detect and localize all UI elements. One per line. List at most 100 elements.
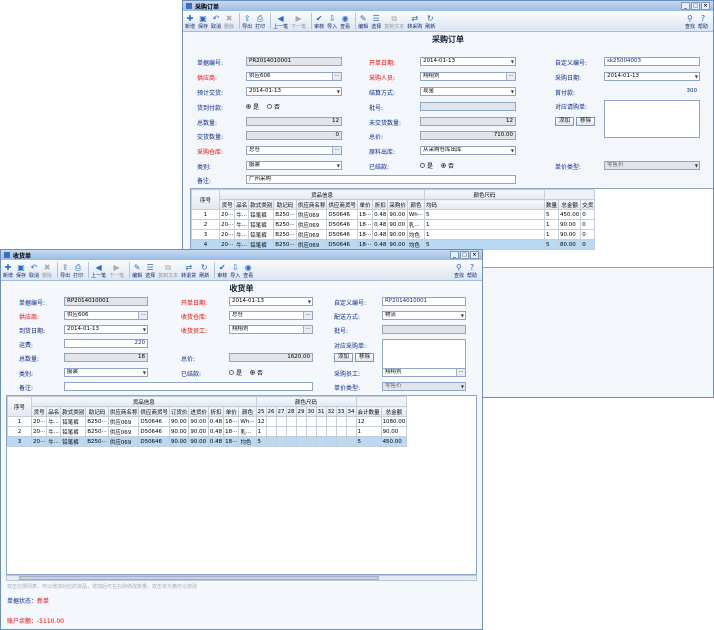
col-seq[interactable]: 序号 <box>191 189 220 210</box>
table-row[interactable]: 3 20··· 牛··· 铅笔裤 B250··· 供应069 D50646 90.00 90.0… <box>7 436 408 447</box>
buyer-field[interactable]: 翔翔刘 <box>382 368 466 377</box>
close-button[interactable]: × <box>701 2 710 10</box>
category-field[interactable]: 服装 <box>64 368 148 377</box>
col-size-32[interactable]: 32 <box>325 406 337 417</box>
refresh-button[interactable]: ↻ 刷新 <box>425 14 435 30</box>
col-sku[interactable]: 货号 <box>218 199 236 210</box>
settled-no-radio[interactable]: 否 <box>441 161 454 170</box>
purchase-date-field[interactable]: 2014-01-13 <box>604 72 700 81</box>
table-row[interactable]: 3 20··· 牛··· 铅笔裤 B250··· 供应069 D50646 18··· 0.48… <box>191 229 596 240</box>
refresh-button[interactable]: ↻ 刷新 <box>199 263 209 279</box>
price-type-field[interactable]: 零售价 <box>382 382 466 391</box>
table-row[interactable]: 1 20··· 牛··· 铅笔裤 B250··· 供应069 D50646 90.00 90.0… <box>7 416 408 427</box>
col-size-31[interactable]: 31 <box>315 406 327 417</box>
receiving-warehouse-field[interactable]: 总仓 <box>229 311 313 320</box>
order-date-field[interactable]: 2014-01-13 <box>420 57 516 66</box>
receipt-items-table[interactable]: 序号 货品信息 颜色尺码 货号 品名 款式类别 助记码 供应商名称 供应商货号 … <box>6 395 477 575</box>
col-code[interactable]: 助记码 <box>273 199 297 210</box>
col-size-25[interactable]: 25 <box>255 406 267 417</box>
freight-field[interactable]: 220 <box>64 339 148 348</box>
supplier-field[interactable]: 供应606 <box>246 72 342 81</box>
table-row[interactable]: 2 20··· 牛··· 铅笔裤 B250··· 供应069 D50646 18··· 0.48… <box>191 219 596 230</box>
audit-button[interactable]: ✔ 审核 <box>314 14 324 30</box>
expected-delivery-field[interactable]: 2014-01-13 <box>246 87 342 96</box>
memo-field[interactable]: 广州采购 <box>246 175 516 184</box>
col-code[interactable]: 助记码 <box>85 406 109 417</box>
custom-no-field[interactable]: RP2014010001 <box>382 297 466 306</box>
find-button[interactable]: ⚲ 查找 <box>454 263 464 279</box>
new-button[interactable]: ✚ 新增 <box>185 14 195 30</box>
col-amount[interactable]: 总金额 <box>380 406 408 417</box>
cancel-button[interactable]: ↶ 取消 <box>211 14 221 30</box>
to-purchase-button[interactable]: ⇄ 转采购 <box>407 14 422 30</box>
minimize-button[interactable]: _ <box>450 251 459 259</box>
select-button[interactable]: ☰ 选择 <box>145 263 155 279</box>
custom-no-field[interactable]: sk25004003 <box>604 57 700 66</box>
col-size-34[interactable]: 34 <box>345 406 357 417</box>
col-color[interactable]: 颜色 <box>406 199 426 210</box>
batch-field[interactable] <box>420 102 516 111</box>
col-color[interactable]: 颜色 <box>238 406 257 417</box>
save-button[interactable]: ▣ 保存 <box>198 14 208 30</box>
col-seq[interactable]: 序号 <box>7 396 32 417</box>
select-button[interactable]: ☰ 选择 <box>371 14 381 30</box>
col-name[interactable]: 品名 <box>234 199 250 210</box>
help-button[interactable]: ? 帮助 <box>467 263 477 279</box>
col-supplier[interactable]: 供应商名称 <box>107 406 140 417</box>
col-supplier-sku[interactable]: 供应商货号 <box>138 406 170 417</box>
minimize-button[interactable]: _ <box>681 2 690 10</box>
print-button[interactable]: ⎙ 打印 <box>73 263 83 279</box>
requisition-list[interactable] <box>604 100 700 138</box>
copy-text-button[interactable]: ⧉ 复制文本 <box>384 14 404 30</box>
col-discount[interactable]: 折扣 <box>207 406 225 417</box>
table-row[interactable]: 2 20··· 牛··· 铅笔裤 B250··· 供应069 D50646 90.00 90.0… <box>7 426 408 437</box>
table-row[interactable]: 4 20··· 牛··· 铅笔裤 B250··· 供应069 D50646 18··· 0.48… <box>191 239 596 250</box>
edit-button[interactable]: ✎ 编辑 <box>358 14 368 30</box>
close-button[interactable]: × <box>470 251 479 259</box>
col-size[interactable]: 均码 <box>424 199 546 210</box>
maximize-button[interactable]: □ <box>460 251 469 259</box>
col-sku[interactable]: 货号 <box>30 406 48 417</box>
col-delivered[interactable]: 交货 <box>580 199 596 210</box>
col-supplier[interactable]: 供应商名称 <box>295 199 328 210</box>
supplier-field[interactable]: 供应606 <box>64 311 148 320</box>
remove-requisition-button[interactable]: 移除 <box>576 117 596 126</box>
memo-field[interactable] <box>64 382 313 391</box>
table-horizontal-scrollbar[interactable] <box>6 575 477 581</box>
settled-yes-radio[interactable]: 是 <box>420 161 433 170</box>
to-return-button[interactable]: ⇄ 转退货 <box>181 263 196 279</box>
col-size-29[interactable]: 29 <box>295 406 307 417</box>
remove-po-button[interactable]: 移除 <box>355 353 375 362</box>
purchase-order-ref-list[interactable] <box>382 339 466 369</box>
settled-yes-radio[interactable]: 是 <box>229 368 242 377</box>
new-button[interactable]: ✚ 新增 <box>3 263 13 279</box>
col-name[interactable]: 品名 <box>46 406 62 417</box>
shipping-method-field[interactable]: 物流 <box>382 311 466 320</box>
find-button[interactable]: ⚲ 查找 <box>685 14 695 30</box>
delete-button[interactable]: ✖ 删除 <box>224 14 234 30</box>
add-requisition-button[interactable]: 添加 <box>555 117 575 126</box>
export-button[interactable]: ⇪ 导出 <box>60 263 70 279</box>
cancel-button[interactable]: ↶ 取消 <box>29 263 39 279</box>
print-button[interactable]: ⎙ 打印 <box>255 14 265 30</box>
col-unit-price[interactable]: 单价 <box>356 199 374 210</box>
col-discount[interactable]: 折扣 <box>372 199 389 210</box>
col-style[interactable]: 款式类别 <box>60 406 87 417</box>
help-button[interactable]: ? 帮助 <box>698 14 708 30</box>
col-size-26[interactable]: 26 <box>265 406 277 417</box>
receiver-field[interactable]: 翔翔刘 <box>229 325 313 334</box>
import-button[interactable]: ⇩ 导入 <box>230 263 240 279</box>
audit-button[interactable]: ✔ 审核 <box>217 263 227 279</box>
settled-no-radio[interactable]: 否 <box>250 368 263 377</box>
import-button[interactable]: ⇩ 导入 <box>327 14 337 30</box>
add-po-button[interactable]: 添加 <box>334 353 354 362</box>
col-size-28[interactable]: 28 <box>285 406 297 417</box>
cod-no-radio[interactable]: 否 <box>267 102 280 111</box>
col-unit-price[interactable]: 单价 <box>223 406 240 417</box>
col-size-27[interactable]: 27 <box>275 406 287 417</box>
copy-text-button[interactable]: ⧉ 复制文本 <box>158 263 178 279</box>
next-button[interactable]: ▶ 下一笔 <box>291 14 306 30</box>
col-size-33[interactable]: 33 <box>335 406 347 417</box>
col-style[interactable]: 款式类别 <box>248 199 275 210</box>
buyer-field[interactable]: 翔翔刘 <box>420 72 516 81</box>
